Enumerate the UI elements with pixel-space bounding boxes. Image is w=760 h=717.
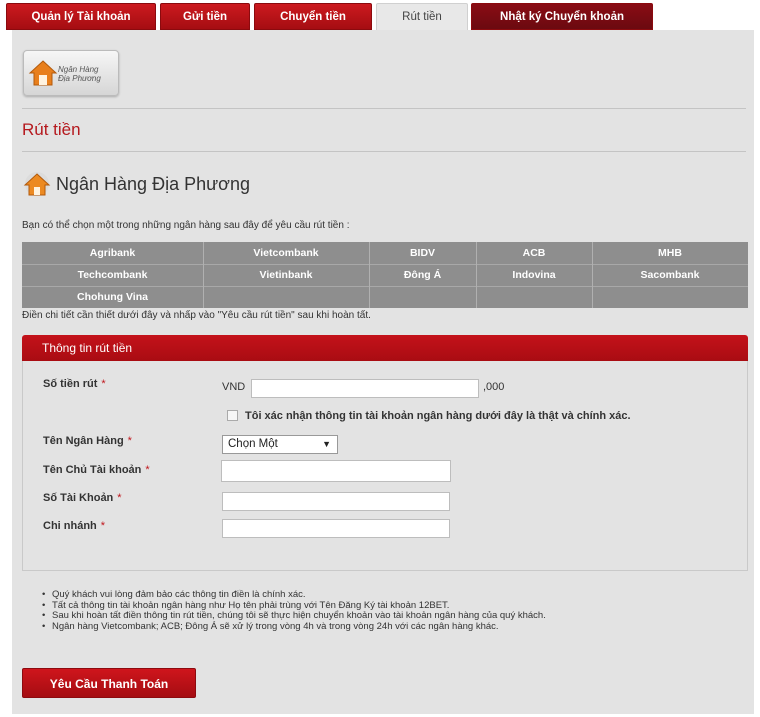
bank-grid: Agribank Vietcombank BIDV ACB MHB Techco…	[22, 242, 748, 308]
house-icon	[28, 60, 58, 86]
tab-deposit[interactable]: Gửi tiền	[160, 3, 250, 30]
notes-list: Quý khách vui lòng đảm bảo các thông tin…	[42, 589, 546, 633]
bank-name-select[interactable]: Chọn Một ▼	[222, 435, 338, 454]
form-header: Thông tin rút tiền	[22, 335, 748, 361]
tab-account-management[interactable]: Quản lý Tài khoản	[6, 3, 156, 30]
tab-transfer-log[interactable]: Nhật ký Chuyển khoản	[471, 3, 653, 30]
bank-option[interactable]: Vietcombank	[203, 242, 369, 264]
local-bank-logo: Ngân Hàng Địa Phương	[23, 50, 119, 96]
bank-option[interactable]: Agribank	[22, 242, 203, 264]
house-icon	[23, 172, 51, 196]
bank-option[interactable]: Indovina	[476, 264, 592, 286]
holder-name-input[interactable]	[221, 460, 451, 482]
branch-input[interactable]	[222, 519, 450, 538]
amount-input[interactable]	[251, 379, 479, 398]
bank-option[interactable]: MHB	[592, 242, 748, 264]
tab-withdraw[interactable]: Rút tiền	[376, 3, 468, 31]
page-title: Rút tiền	[22, 120, 81, 139]
logo-text: Ngân Hàng Địa Phương	[58, 65, 101, 83]
request-payment-button[interactable]: Yêu Cầu Thanh Toán	[22, 668, 196, 698]
tab-transfer[interactable]: Chuyển tiền	[254, 3, 372, 30]
main-panel: Ngân Hàng Địa Phương Rút tiền Ngân Hàng …	[12, 30, 754, 714]
divider	[22, 108, 746, 109]
confirm-checkbox[interactable]	[227, 410, 238, 421]
bank-option[interactable]: Chohung Vina	[22, 286, 203, 308]
bank-section-title: Ngân Hàng Địa Phương	[22, 170, 250, 198]
bank-option[interactable]: Sacombank	[592, 264, 748, 286]
holder-name-label: Tên Chủ Tài khoản *	[43, 464, 150, 476]
note-item: Sau khi hoàn tất điền thông tin rút tiền…	[42, 610, 546, 622]
bank-name-label: Tên Ngân Hàng *	[43, 435, 132, 447]
bank-option[interactable]: Techcombank	[22, 264, 203, 286]
account-number-label: Số Tài Khoản *	[43, 492, 122, 504]
branch-label: Chi nhánh *	[43, 520, 106, 532]
bank-instruction: Bạn có thể chọn một trong những ngân hàn…	[22, 220, 350, 231]
detail-note: Điền chi tiết cần thiết dưới đây và nhấp…	[22, 310, 371, 321]
bank-option[interactable]: Vietinbank	[203, 264, 369, 286]
chevron-down-icon: ▼	[322, 439, 331, 449]
confirm-text: Tôi xác nhận thông tin tài khoản ngân hà…	[245, 410, 631, 422]
note-item: Quý khách vui lòng đảm bảo các thông tin…	[42, 589, 546, 601]
bank-option[interactable]: ACB	[476, 242, 592, 264]
withdraw-form: Số tiền rút * VND ,000 Tôi xác nhận thông…	[22, 361, 748, 571]
bank-option[interactable]: BIDV	[369, 242, 476, 264]
amount-label: Số tiền rút *	[43, 378, 106, 390]
amount-suffix: ,000	[483, 381, 505, 393]
currency-prefix: VND	[222, 381, 246, 393]
note-item: Ngân hàng Vietcombank; ACB; Đông Á sẽ xử…	[42, 621, 546, 633]
account-number-input[interactable]	[222, 492, 450, 511]
bank-section-heading: Ngân Hàng Địa Phương	[56, 173, 250, 194]
bank-option[interactable]: Đông Á	[369, 264, 476, 286]
divider	[22, 151, 746, 152]
